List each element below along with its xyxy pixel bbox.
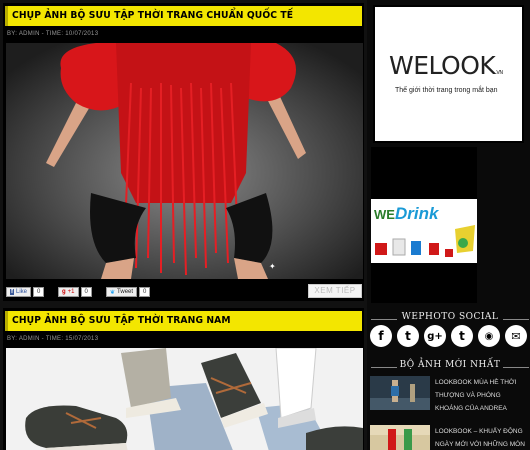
twitter-icon[interactable]: t <box>397 325 419 347</box>
tweet-button[interactable]: ❦ Tweet <box>106 287 138 297</box>
post-photo[interactable]: ✦ <box>6 43 363 279</box>
welook-logo-suffix: .VN <box>495 70 503 76</box>
gplus-icon: g <box>62 289 66 295</box>
recent-item-title[interactable]: LOOKBOOK MÙA HÈ THỜI THƯỢNG VÀ PHÓNG KHO… <box>435 376 527 415</box>
post-title[interactable]: CHỤP ẢNH BỘ SƯU TẬP THỜI TRANG NAM <box>12 315 231 326</box>
tweet-share-bar: ❦ Tweet 0 <box>106 286 151 298</box>
gplus-icon[interactable]: g+ <box>424 325 446 347</box>
post-title[interactable]: CHỤP ẢNH BỘ SƯU TẬP THỜI TRANG CHUẨN QUỐ… <box>12 10 293 21</box>
gplus-button[interactable]: g +1 <box>58 287 79 297</box>
welook-tagline: Thế giới thời trang trong mắt bạn <box>395 87 498 94</box>
post-meta: BY: ADMIN - TIME: 15/07/2013 <box>7 336 99 342</box>
recent-thumb[interactable] <box>370 425 430 450</box>
post-title-bar[interactable]: CHỤP ẢNH BỘ SƯU TẬP THỜI TRANG NAM <box>5 311 362 331</box>
facebook-like-button[interactable]: f Like <box>6 287 32 297</box>
gplus-label: +1 <box>67 289 75 295</box>
gplus-count: 0 <box>80 287 92 297</box>
post-title-bar[interactable]: CHỤP ẢNH BỘ SƯU TẬP THỜI TRANG CHUẨN QUỐ… <box>5 6 362 26</box>
fashion-photo-red-dress: ✦ <box>6 43 363 279</box>
recent-thumb[interactable] <box>370 376 430 410</box>
read-more-button[interactable]: XEM TIẾP <box>308 284 362 298</box>
post-meta: BY: ADMIN - TIME: 10/07/2013 <box>7 31 99 37</box>
twitter-bird-icon: ❦ <box>110 289 116 296</box>
welook-logo-text: WELOOK <box>389 51 496 80</box>
fashion-photo-sneakers <box>6 348 363 450</box>
wedrink-banner[interactable]: WEDrink <box>371 147 477 303</box>
post-card: CHỤP ẢNH BỘ SƯU TẬP THỜI TRANG CHUẨN QUỐ… <box>3 3 364 301</box>
tumblr-icon[interactable]: t <box>451 325 473 347</box>
recent-item[interactable]: LOOKBOOK – KHUẤY ĐỘNG NGÀY MỚI VỚI NHỮNG… <box>370 425 528 450</box>
facebook-like-label: Like <box>16 289 28 295</box>
recent-item-title[interactable]: LOOKBOOK – KHUẤY ĐỘNG NGÀY MỚI VỚI NHỮNG… <box>435 425 527 450</box>
post-photo[interactable] <box>6 348 363 450</box>
facebook-like-count: 0 <box>33 287 45 297</box>
facebook-icon: f <box>10 289 14 295</box>
tweet-label: Tweet <box>117 289 134 295</box>
social-icons: f t g+ t ◉ ✉ <box>370 325 530 349</box>
page: CHỤP ẢNH BỘ SƯU TẬP THỜI TRANG CHUẨN QUỐ… <box>0 0 530 450</box>
svg-text:✦: ✦ <box>269 262 276 271</box>
sidebar: WELOOK.VN Thế giới thời trang trong mắt … <box>367 0 530 450</box>
facebook-icon[interactable]: f <box>370 325 392 347</box>
welook-banner[interactable]: WELOOK.VN Thế giới thời trang trong mắt … <box>373 5 524 143</box>
rss-icon[interactable]: ◉ <box>478 325 500 347</box>
main-column: CHỤP ẢNH BỘ SƯU TẬP THỜI TRANG CHUẨN QUỐ… <box>0 0 367 450</box>
drink-products-image <box>375 225 475 257</box>
recent-section-title: BỘ ẢNH MỚI NHẤT <box>371 360 529 374</box>
gplus-share-bar: g +1 0 <box>58 286 92 298</box>
post-card: CHỤP ẢNH BỘ SƯU TẬP THỜI TRANG NAM BY: A… <box>3 308 364 450</box>
mail-icon[interactable]: ✉ <box>505 325 527 347</box>
welook-logo: WELOOK.VN <box>389 51 503 80</box>
tweet-count: 0 <box>139 287 151 297</box>
social-section-title: WEPHOTO SOCIAL <box>371 312 529 326</box>
share-bar: f Like 0 <box>6 286 45 298</box>
wedrink-ad-panel: WEDrink <box>371 199 477 263</box>
recent-item[interactable]: LOOKBOOK MÙA HÈ THỜI THƯỢNG VÀ PHÓNG KHO… <box>370 376 528 418</box>
